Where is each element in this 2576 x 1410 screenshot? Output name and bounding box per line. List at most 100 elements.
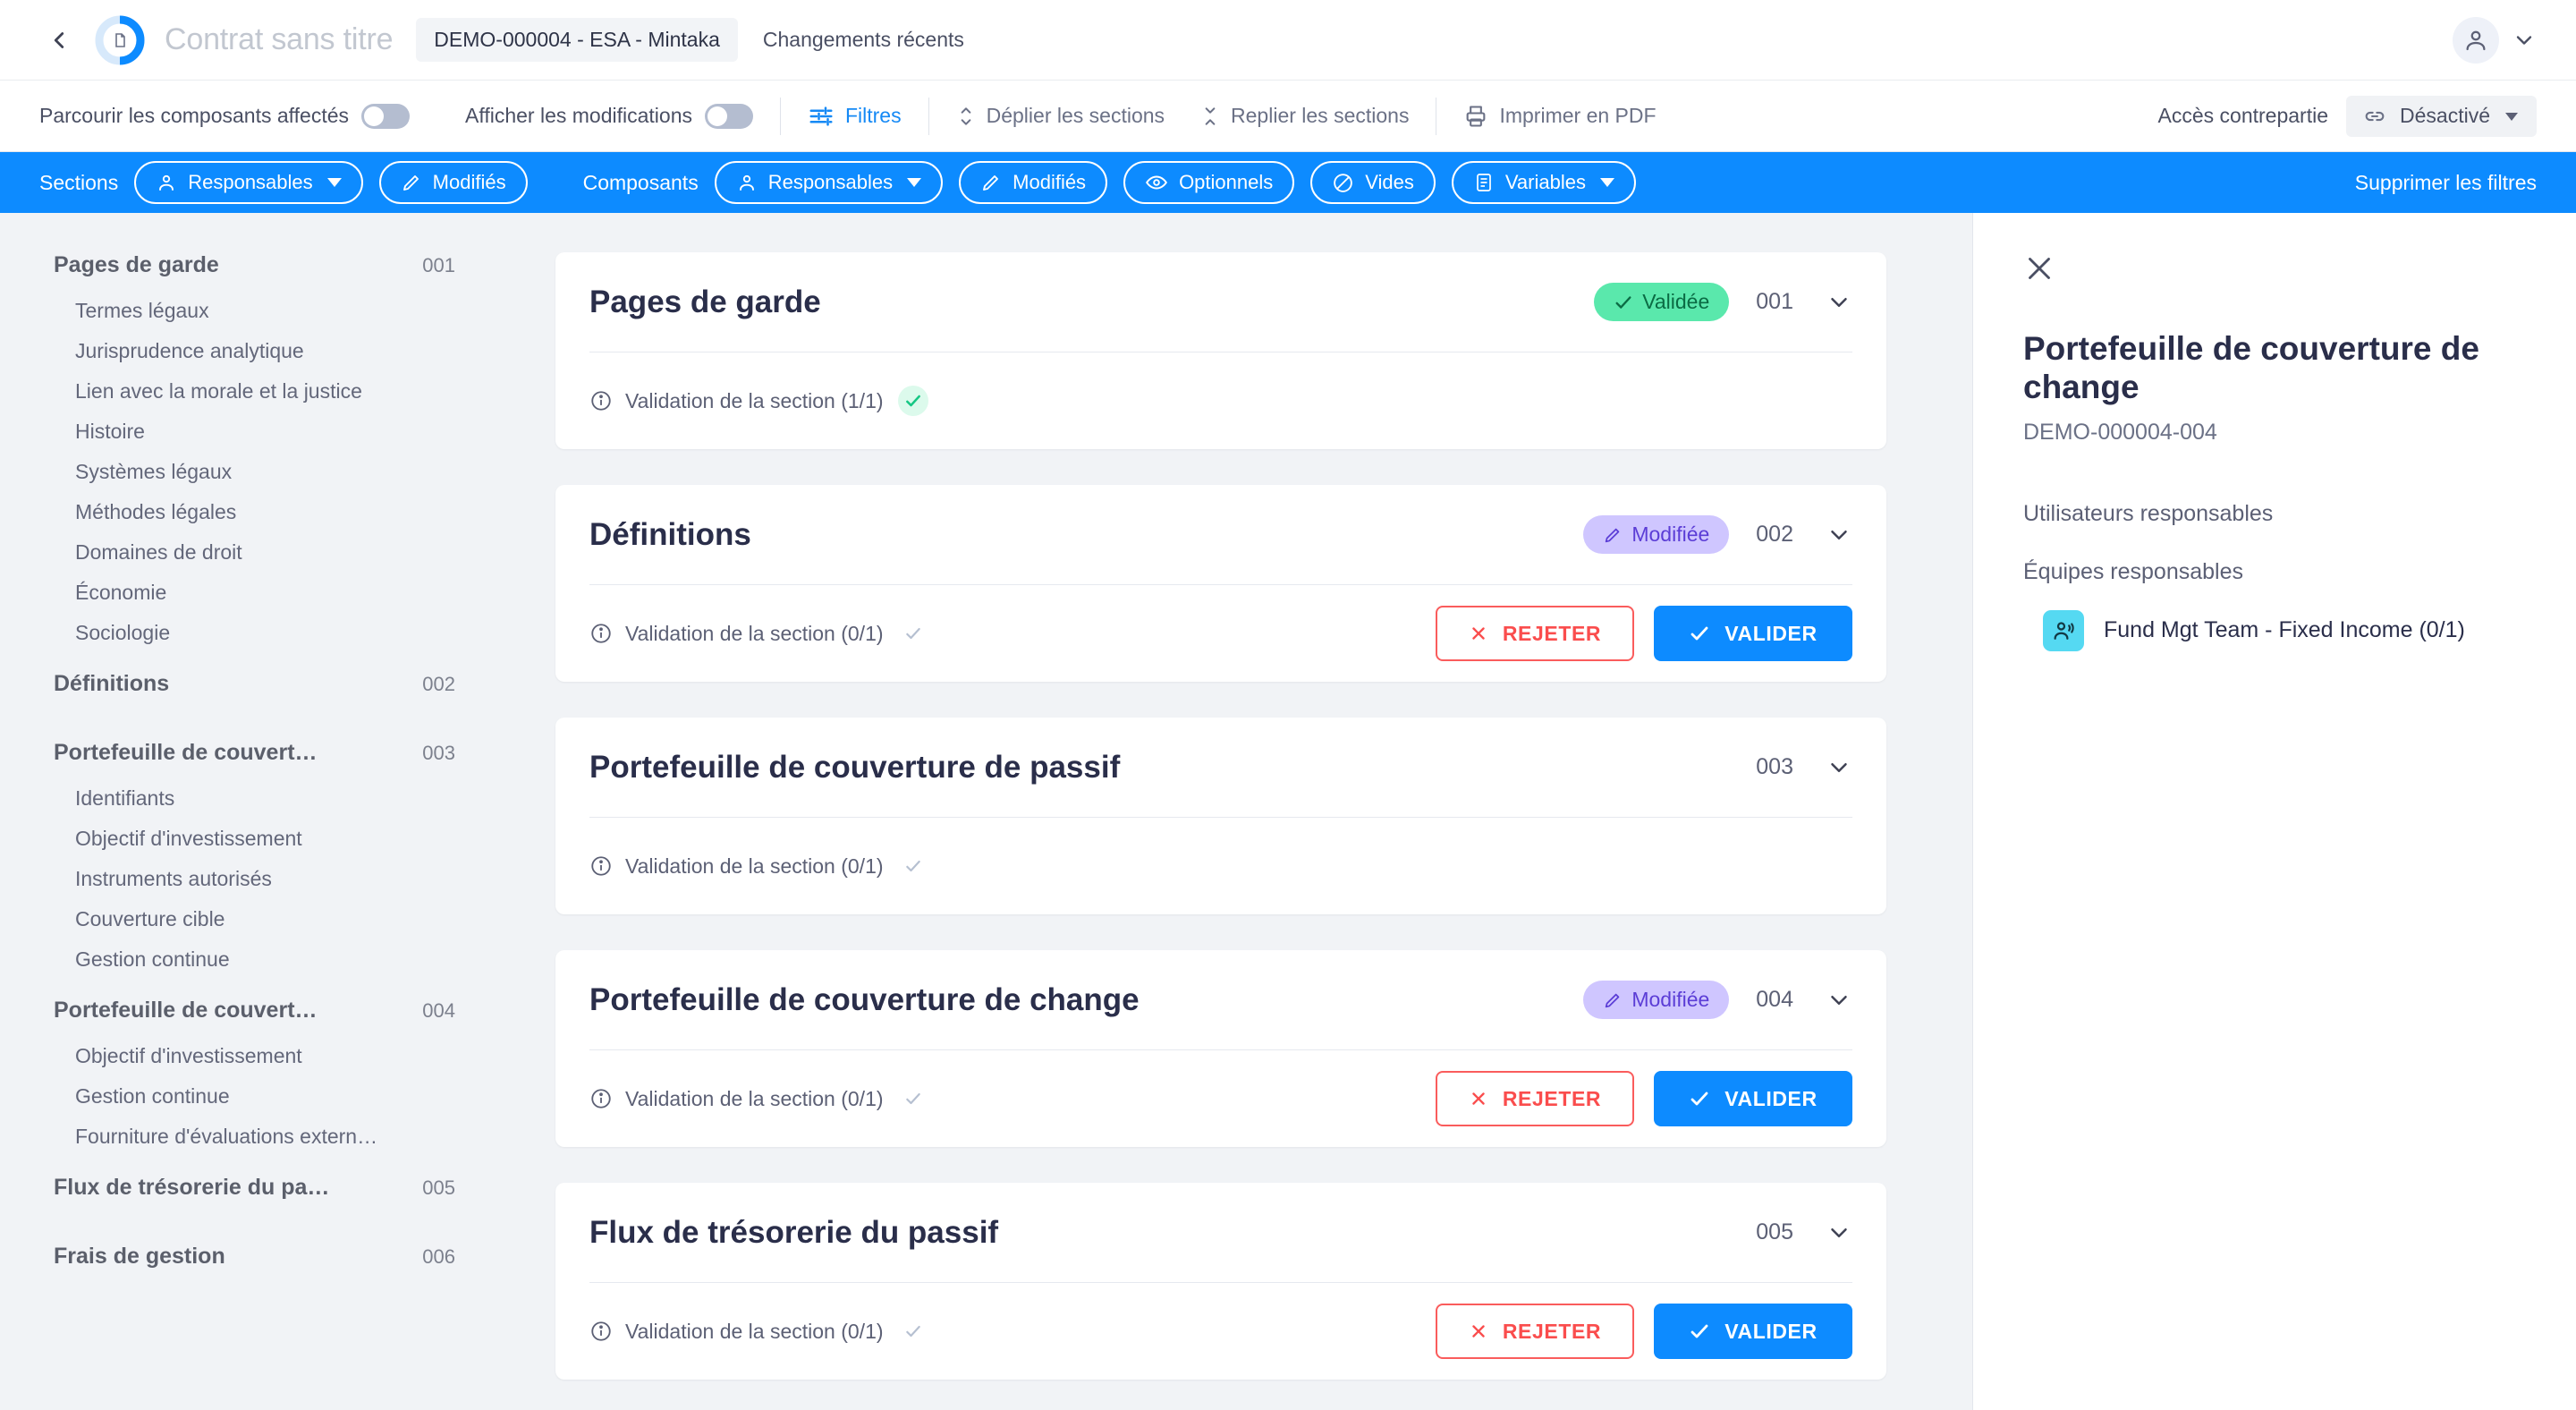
sidebar-item[interactable]: Lien avec la morale et la justice [0,371,505,412]
section-card[interactable]: Pages de garde Validée 001 Valid [555,252,1886,449]
sidebar-item[interactable]: Instruments autorisés [0,859,505,899]
sidebar-group-number: 003 [422,742,455,765]
sidebar-item[interactable]: Objectif d'investissement [0,819,505,859]
clear-filters-button[interactable]: Supprimer les filtres [2355,171,2537,195]
validate-button[interactable]: VALIDER [1654,606,1852,661]
sidebar-item[interactable]: Termes légaux [0,291,505,331]
close-icon[interactable] [2023,252,2057,286]
validation-check-icon [898,386,928,416]
sidebar-item[interactable]: Couverture cible [0,899,505,939]
sidebar-group-frais-de-gestion[interactable]: Frais de gestion 006 [0,1244,505,1270]
sidebar-item[interactable]: Identifiants [0,778,505,819]
section-card[interactable]: Portefeuille de couverture de passif 003… [555,718,1886,914]
status-badge: Modifiée [1583,515,1729,554]
sidebar-item[interactable]: Jurisprudence analytique [0,331,505,371]
check-icon [1689,623,1710,644]
pencil-icon [1603,990,1623,1010]
status-badge: Modifiée [1583,981,1729,1019]
section-number: 002 [1756,522,1793,548]
filters-button[interactable]: Filtres [808,103,902,130]
reject-button[interactable]: REJETER [1436,606,1634,661]
validation-label: Validation de la section (0/1) [625,1087,884,1111]
filter-pill-components-modifies[interactable]: Modifiés [959,161,1107,204]
sidebar-item[interactable]: Méthodes légales [0,492,505,532]
chevron-down-icon[interactable] [1813,522,1852,548]
reject-button[interactable]: REJETER [1436,1071,1634,1126]
back-icon[interactable] [39,21,79,60]
sidebar-group-title: Portefeuille de couvert… [54,740,318,766]
sidebar-item[interactable]: Fourniture d'évaluations extern… [0,1117,505,1157]
sidebar-item[interactable]: Systèmes légaux [0,452,505,492]
validation-check-icon [898,618,928,649]
section-number: 004 [1756,987,1793,1013]
sidebar-group-portefeuille-change[interactable]: Portefeuille de couvert… 004 [0,998,505,1024]
chevron-down-icon[interactable] [1813,987,1852,1014]
filters-icon [808,103,835,130]
validate-button[interactable]: VALIDER [1654,1071,1852,1126]
toolbar-right-group: Accès contrepartie Désactivé [2158,96,2537,137]
contract-reference-chip[interactable]: DEMO-000004 - ESA - Mintaka [416,18,738,62]
sidebar-group-flux-tresorerie[interactable]: Flux de trésorerie du pa… 005 [0,1175,505,1201]
expand-sections-button[interactable]: Déplier les sections [956,104,1165,128]
sidebar-item[interactable]: Économie [0,573,505,613]
chevron-down-icon[interactable] [1813,1219,1852,1246]
counterparty-access-select[interactable]: Désactivé [2346,96,2537,137]
sidebar-group-title: Portefeuille de couvert… [54,998,318,1024]
list-icon [1473,172,1495,193]
section-card[interactable]: Flux de trésorerie du passif 005 Validat… [555,1183,1886,1380]
show-modifications-toggle-row[interactable]: Afficher les modifications [465,104,753,129]
show-modifications-toggle[interactable] [705,104,753,129]
filter-bar: Sections Responsables Modifiés Composant… [0,152,2576,213]
filterbar-components-label: Composants [583,171,699,195]
chevron-down-icon[interactable] [1813,289,1852,316]
chevron-down-icon[interactable] [1813,754,1852,781]
sidebar-item[interactable]: Sociologie [0,613,505,653]
filter-pill-components-variables[interactable]: Variables [1452,161,1636,204]
expand-sections-label: Déplier les sections [987,104,1165,128]
account-chevron-down-icon[interactable] [2512,28,2537,53]
page-title: Contrat sans titre [165,22,393,57]
responsible-team-item[interactable]: Fund Mgt Team - Fixed Income (0/1) [2023,610,2526,651]
sidebar-group-pages-de-garde[interactable]: Pages de garde 001 [0,252,505,278]
filter-pill-components-responsables[interactable]: Responsables [715,161,943,204]
validation-label: Validation de la section (0/1) [625,1320,884,1344]
validation-status: Validation de la section (0/1) [589,854,884,879]
filter-pill-components-optionnels[interactable]: Optionnels [1123,161,1294,204]
chevron-down-icon [907,178,921,187]
recent-changes-link[interactable]: Changements récents [763,28,964,52]
validate-label: VALIDER [1724,1087,1817,1111]
sidebar-item[interactable]: Gestion continue [0,1076,505,1117]
collapse-icon [1200,105,1220,128]
chevron-down-icon [2503,107,2521,125]
section-card-header: Flux de trésorerie du passif 005 [589,1183,1852,1283]
sidebar-item[interactable]: Objectif d'investissement [0,1036,505,1076]
section-details-panel: Portefeuille de couverture de change DEM… [1972,213,2576,1410]
sidebar-item[interactable]: Histoire [0,412,505,452]
slash-circle-icon [1332,172,1354,194]
collapse-sections-button[interactable]: Replier les sections [1200,104,1409,128]
sidebar-group-number: 004 [422,999,455,1023]
reject-button[interactable]: REJETER [1436,1304,1634,1359]
section-card[interactable]: Définitions Modifiée 002 Validat [555,485,1886,682]
sidebar-group-portefeuille-passif[interactable]: Portefeuille de couvert… 003 [0,740,505,766]
section-card-header: Pages de garde Validée 001 [589,252,1852,352]
browse-affected-components-toggle[interactable] [361,104,410,129]
print-pdf-button[interactable]: Imprimer en PDF [1463,104,1656,129]
sections-sidebar[interactable]: Pages de garde 001 Termes légaux Jurispr… [0,213,505,1410]
browse-affected-components-toggle-row[interactable]: Parcourir les composants affectés [39,104,410,129]
panel-title: Portefeuille de couverture de change [2023,329,2526,407]
sidebar-group-definitions[interactable]: Définitions 002 [0,671,505,697]
filter-pill-sections-modifies[interactable]: Modifiés [379,161,528,204]
filter-pill-components-vides[interactable]: Vides [1310,161,1436,204]
status-badge-label: Validée [1642,290,1709,314]
validate-button[interactable]: VALIDER [1654,1304,1852,1359]
sidebar-item[interactable]: Gestion continue [0,939,505,980]
filter-pill-sections-responsables[interactable]: Responsables [134,161,362,204]
pencil-icon [980,172,1002,193]
section-card[interactable]: Portefeuille de couverture de change Mod… [555,950,1886,1147]
sidebar-item[interactable]: Domaines de droit [0,532,505,573]
section-card-header: Définitions Modifiée 002 [589,485,1852,585]
section-number: 001 [1756,289,1793,315]
section-number: 003 [1756,754,1793,780]
avatar[interactable] [2453,17,2499,64]
